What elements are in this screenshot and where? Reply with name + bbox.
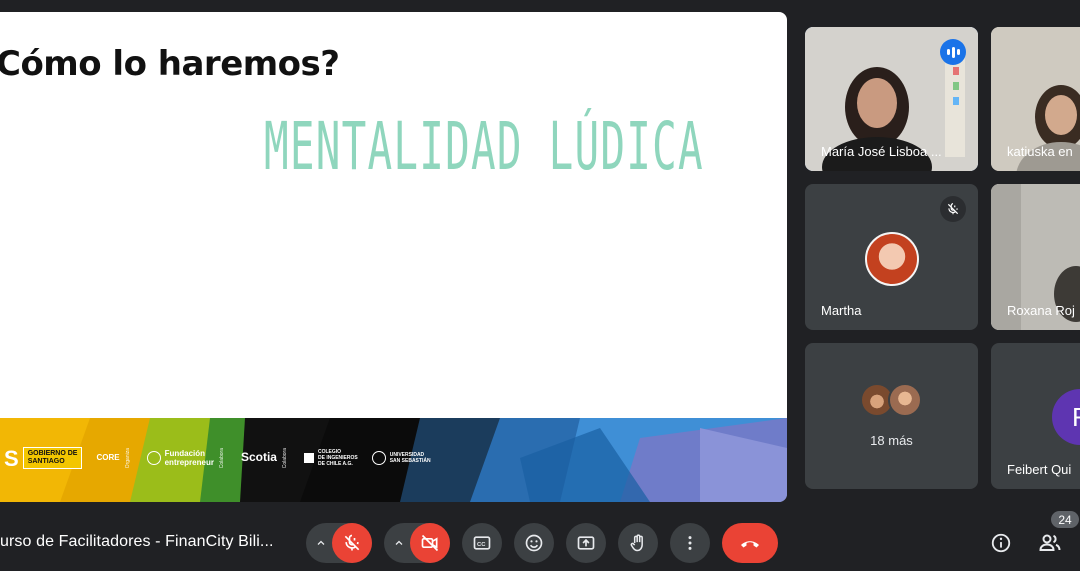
- sponsor-logos: S GOBIERNO DE SANTIAGO CORE Organiza Fun…: [0, 438, 431, 478]
- mic-off-icon: [940, 196, 966, 222]
- fundacion-side-label: Colabora: [218, 447, 225, 469]
- more-vert-icon: [688, 536, 692, 550]
- core-logo-text: CORE: [96, 453, 120, 463]
- people-icon: [1039, 534, 1061, 551]
- participant-tile[interactable]: María José Lisboa ...: [805, 27, 978, 171]
- colegio-mark-icon: [303, 453, 314, 463]
- colegio-logo-text: COLEGIO DE INGENIEROS DE CHILE A.G.: [317, 449, 358, 467]
- meeting-control-bar: urso de Facilitadores - FinanCity Bili..…: [0, 512, 1080, 571]
- emoji-reaction-button[interactable]: [514, 523, 554, 563]
- more-participants-label: 18 más: [870, 433, 913, 448]
- chevron-up-icon: [395, 540, 403, 545]
- emoji-icon: [525, 534, 543, 552]
- camera-control-group: [384, 523, 450, 563]
- scotia-side-label: Colabora: [281, 447, 288, 469]
- mic-control-group: [306, 523, 372, 563]
- slide-subtitle: MENTALIDAD LÚDICA: [264, 108, 704, 185]
- gobierno-logo-text: GOBIERNO DE SANTIAGO: [22, 447, 83, 469]
- raise-hand-button[interactable]: [618, 523, 658, 563]
- closed-captions-icon: CC: [473, 536, 491, 550]
- participant-tile[interactable]: katiuska en: [991, 27, 1080, 171]
- gobierno-santiago-logo: S GOBIERNO DE SANTIAGO: [4, 447, 83, 469]
- participant-tile[interactable]: Martha: [805, 184, 978, 330]
- captions-button[interactable]: CC: [462, 523, 502, 563]
- people-button[interactable]: [1030, 523, 1070, 563]
- raise-hand-icon: [630, 534, 643, 552]
- colegio-ingenieros-logo: COLEGIO DE INGENIEROS DE CHILE A.G.: [303, 449, 358, 467]
- slide-footer-band: S GOBIERNO DE SANTIAGO CORE Organiza Fun…: [0, 418, 787, 502]
- participant-tile[interactable]: Roxana Roj: [991, 184, 1080, 330]
- slide-title: Cómo lo haremos?: [0, 44, 340, 84]
- present-screen-button[interactable]: [566, 523, 606, 563]
- hang-up-icon: [741, 541, 759, 548]
- scotia-logo: Scotia Colabora: [241, 448, 290, 468]
- core-side-label: Organiza: [124, 447, 131, 469]
- present-screen-icon: [577, 536, 595, 550]
- participant-count-badge: 24: [1051, 511, 1079, 528]
- speaking-indicator-icon: [940, 39, 966, 65]
- meeting-info-button[interactable]: [981, 523, 1021, 563]
- svg-text:CC: CC: [477, 542, 486, 548]
- chevron-up-icon: [317, 540, 325, 545]
- mic-toggle-button[interactable]: [332, 523, 372, 563]
- fundacion-mark-icon: [146, 450, 161, 465]
- scotia-logo-text: Scotia: [240, 450, 277, 465]
- avatar: F: [1052, 389, 1080, 445]
- presentation-slide: Cómo lo haremos? MENTALIDAD LÚDICA S GOB…: [0, 12, 787, 502]
- avatar: [888, 383, 922, 417]
- meeting-title: urso de Facilitadores - FinanCity Bili..…: [0, 533, 274, 550]
- participant-tile[interactable]: F Feibert Qui: [991, 343, 1080, 489]
- mic-off-icon: [344, 534, 360, 551]
- participant-name: Feibert Qui: [1007, 462, 1072, 477]
- universidad-mark-icon: [371, 451, 386, 465]
- info-icon: [991, 533, 1011, 553]
- participant-name: Roxana Roj: [1007, 303, 1075, 318]
- participant-name: katiuska en: [1007, 144, 1073, 159]
- fundacion-logo-text: Fundación entrepreneur: [164, 448, 214, 467]
- participant-name: Martha: [821, 303, 862, 318]
- universidad-logo: UNIVERSIDAD SAN SEBASTIÁN: [371, 451, 431, 465]
- core-logo: CORE Organiza: [96, 448, 132, 468]
- more-participants-avatars: [860, 383, 922, 417]
- universidad-logo-text: UNIVERSIDAD SAN SEBASTIÁN: [389, 452, 431, 464]
- avatar: [865, 232, 919, 286]
- camera-toggle-button[interactable]: [410, 523, 450, 563]
- participant-name: María José Lisboa ...: [821, 144, 942, 159]
- fundacion-logo: Fundación entrepreneur Colabora: [146, 447, 227, 469]
- camera-off-icon: [421, 534, 439, 552]
- more-options-button[interactable]: [670, 523, 710, 563]
- end-call-button[interactable]: [722, 523, 778, 563]
- more-participants-tile[interactable]: 18 más: [805, 343, 978, 489]
